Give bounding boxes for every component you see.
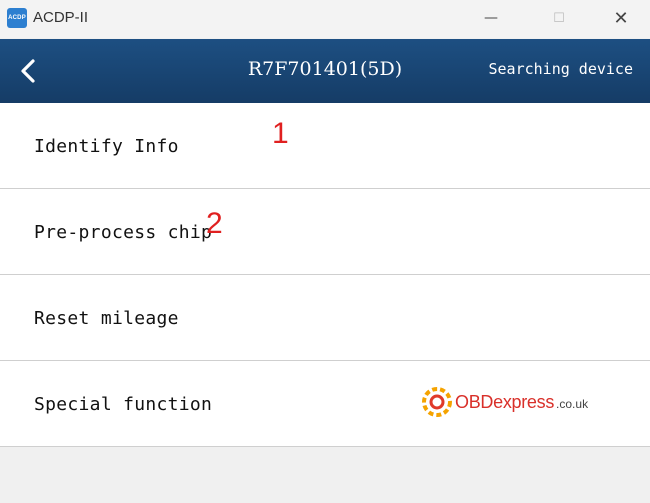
annotation-number-1: 1 [272,117,289,150]
obdexpress-logo-icon [422,387,452,417]
menu-item-label: Reset mileage [34,308,179,329]
menu-item-identify-info[interactable]: Identify Info [0,103,650,189]
app-logo-icon: ACDP [7,8,27,28]
watermark-brand: OBDexpress [455,391,555,412]
menu-item-label: Pre-process chip [34,222,213,243]
menu-item-reset-mileage[interactable]: Reset mileage [0,275,650,361]
app-header: R7F701401(5D) Searching device [0,39,650,103]
maximize-button[interactable]: ☐ [536,0,582,36]
back-button[interactable] [12,53,44,89]
watermark: OBDexpress .co.uk [419,382,588,422]
annotation-number-2: 2 [206,207,223,240]
window-titlebar: ACDP ACDP-II — ☐ ✕ [0,0,650,38]
menu-item-label: Identify Info [34,136,179,157]
device-status-text: Searching device [488,60,634,78]
menu-item-label: Special function [34,394,213,415]
window-title: ACDP-II [33,9,89,26]
chevron-left-icon [21,59,35,83]
watermark-suffix: .co.uk [556,396,589,411]
close-button[interactable]: ✕ [598,0,644,36]
minimize-button[interactable]: — [468,0,514,36]
menu-item-pre-process-chip[interactable]: Pre-process chip [0,189,650,275]
